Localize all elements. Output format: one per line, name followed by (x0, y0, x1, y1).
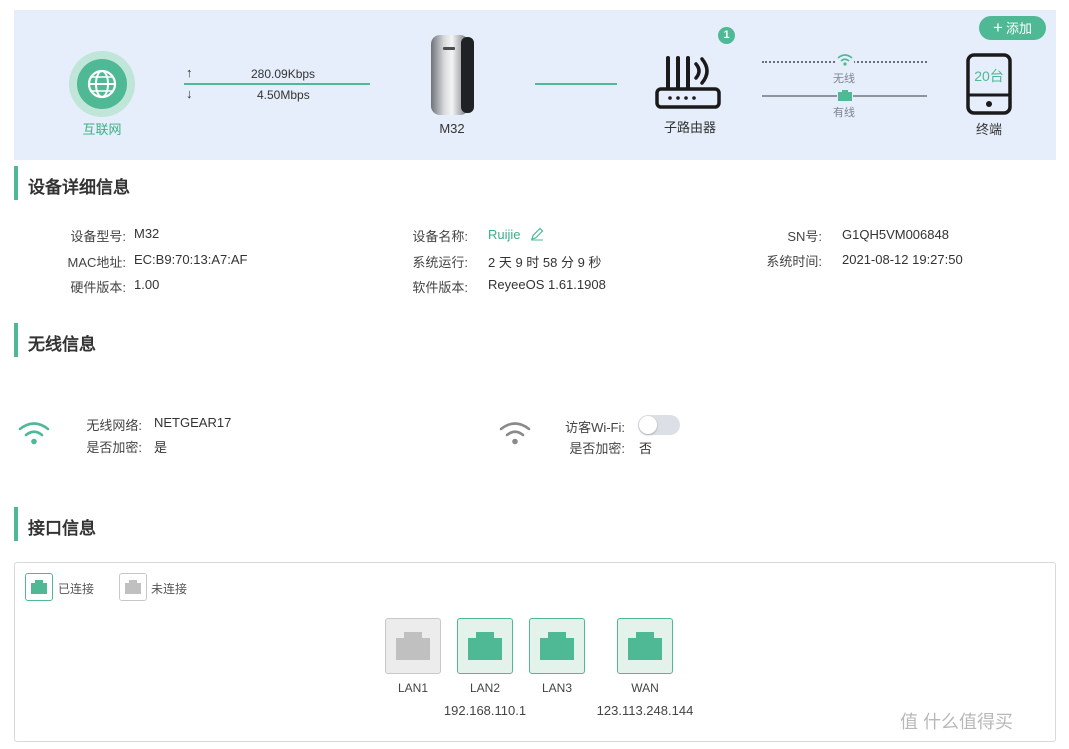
legend-disconnected-label: 未连接 (151, 582, 188, 596)
hw-version-value: 1.00 (134, 277, 160, 292)
system-time-value: 2021-08-12 19:27:50 (842, 252, 963, 267)
download-speed: 4.50Mbps (257, 88, 310, 102)
guest-wifi-toggle[interactable] (638, 415, 680, 435)
model-value: M32 (134, 226, 160, 241)
globe-icon (77, 59, 127, 109)
terminal-count: 20台 (974, 68, 1004, 84)
terminal-node[interactable]: 20台 (966, 53, 1012, 115)
edit-icon[interactable] (530, 227, 544, 241)
sn-label: SN号: (787, 229, 822, 244)
system-time-label: 系统时间: (766, 254, 822, 269)
wifi-icon (17, 419, 51, 447)
device-info-title: 设备详细信息 (28, 178, 130, 197)
ethernet-port-icon (468, 632, 502, 660)
hw-version-label: 硬件版本: (70, 280, 126, 295)
wireless-network-value: NETGEAR17 (154, 415, 232, 430)
mesh-link-line (535, 83, 617, 85)
section-accent-bar (14, 507, 18, 541)
upload-arrow-icon: ↑ (186, 65, 193, 80)
legend-disconnected-icon (119, 573, 147, 601)
sub-router-count-badge: 1 (718, 27, 735, 44)
device-name-value[interactable]: Ruijie (488, 227, 521, 242)
m32-label: M32 (439, 121, 465, 136)
upload-speed: 280.09Kbps (251, 67, 316, 81)
download-arrow-icon: ↓ (186, 86, 193, 101)
ethernet-port-icon (396, 632, 430, 660)
port-lan1[interactable] (385, 618, 441, 674)
wireless-network-label: 无线网络: (86, 418, 142, 433)
plus-icon: + (993, 18, 1003, 37)
port-lan3[interactable] (529, 618, 585, 674)
port-lan2[interactable] (457, 618, 513, 674)
sub-router-label: 子路由器 (663, 120, 716, 135)
internet-label: 互联网 (82, 122, 122, 137)
mac-value: EC:B9:70:13:A7:AF (134, 252, 248, 267)
uptime-label: 系统运行: (412, 255, 468, 270)
encrypted-label: 是否加密: (86, 440, 142, 455)
watermark: 值 什么值得买 (900, 712, 1014, 732)
port-lan2-ip: 192.168.110.1 (443, 703, 527, 718)
legend-connected-icon (25, 573, 53, 601)
device-name-label: 设备名称: (412, 229, 468, 244)
topology-banner (14, 10, 1056, 160)
port-lan1-label: LAN1 (397, 681, 429, 695)
wireless-label: 无线 (833, 73, 855, 85)
router-icon[interactable] (652, 52, 724, 112)
sw-version-value: ReyeeOS 1.61.1908 (488, 277, 606, 292)
terminal-label: 终端 (975, 122, 1002, 137)
sn-value: G1QH5VM006848 (842, 227, 949, 242)
add-button[interactable]: + 添加 (979, 16, 1046, 40)
wired-label: 有线 (833, 107, 855, 119)
port-lan3-label: LAN3 (541, 681, 573, 695)
guest-encrypted-label: 是否加密: (569, 441, 625, 456)
ethernet-port-icon (540, 632, 574, 660)
ethernet-small-icon (837, 88, 853, 102)
uptime-value: 2 天 9 时 58 分 9 秒 (488, 255, 602, 270)
mac-label: MAC地址: (67, 255, 126, 270)
port-wan-label: WAN (631, 681, 659, 695)
section-accent-bar (14, 166, 18, 200)
model-label: 设备型号: (70, 229, 126, 244)
interface-info-title: 接口信息 (28, 519, 96, 538)
encrypted-value: 是 (154, 440, 168, 455)
port-wan[interactable] (617, 618, 673, 674)
sw-version-label: 软件版本: (412, 280, 468, 295)
add-button-label: 添加 (1005, 21, 1032, 36)
internet-node[interactable] (69, 51, 135, 117)
ethernet-port-icon (628, 632, 662, 660)
wireless-info-title: 无线信息 (28, 335, 96, 354)
guest-wifi-label: 访客Wi-Fi: (565, 420, 625, 435)
guest-encrypted-value: 否 (639, 441, 653, 456)
legend-connected-label: 已连接 (58, 582, 95, 596)
port-wan-ip: 123.113.248.144 (596, 703, 694, 718)
uplink-line (184, 83, 370, 85)
toggle-knob (639, 416, 657, 434)
m32-device-image[interactable] (429, 31, 477, 117)
section-accent-bar (14, 323, 18, 357)
wifi-small-icon (836, 53, 854, 67)
guest-wifi-icon (498, 419, 532, 447)
port-lan2-label: LAN2 (469, 681, 501, 695)
